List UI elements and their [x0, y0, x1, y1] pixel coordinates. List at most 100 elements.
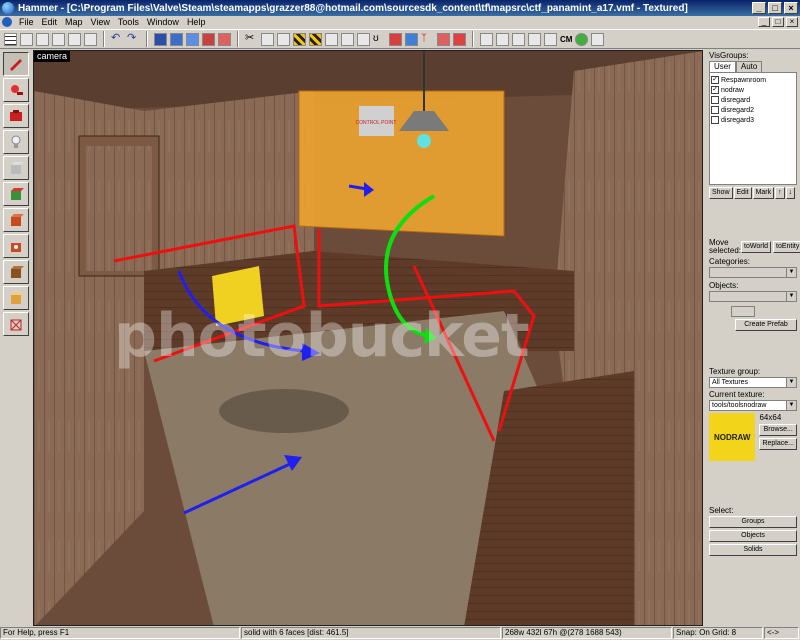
move-selected-label: Move selected:: [709, 238, 742, 255]
edit-button[interactable]: Edit: [733, 187, 752, 199]
texture-lock-icon[interactable]: [325, 32, 338, 46]
grid-dots-icon[interactable]: [20, 32, 33, 46]
menu-window[interactable]: Window: [143, 17, 183, 27]
overlay-tool[interactable]: [3, 260, 29, 284]
undo-icon[interactable]: ↶: [111, 32, 124, 46]
visgroup-checkbox[interactable]: [711, 116, 719, 124]
ruler-icon[interactable]: [84, 32, 97, 46]
move-up-button[interactable]: ↑: [775, 187, 785, 199]
minimize-button[interactable]: _: [752, 2, 766, 14]
camera-tool[interactable]: [3, 104, 29, 128]
decal-tool[interactable]: [3, 234, 29, 258]
block-tool[interactable]: [3, 156, 29, 180]
texture-application-tool[interactable]: [3, 182, 29, 206]
clipping-icon[interactable]: [357, 32, 370, 46]
create-prefab-button[interactable]: Create Prefab: [735, 319, 797, 331]
grid-icon[interactable]: [4, 32, 17, 46]
vertex-icon[interactable]: ʊ: [373, 33, 386, 46]
current-texture-dropdown[interactable]: tools/toolsnodraw ▼: [709, 400, 797, 411]
carve-icon[interactable]: [154, 32, 167, 46]
cut-icon[interactable]: ✂: [245, 32, 258, 46]
list-item[interactable]: ✓ nodraw: [711, 85, 795, 95]
clipping-tool[interactable]: [3, 286, 29, 310]
hide-icon[interactable]: [218, 32, 231, 46]
select-box-icon[interactable]: [341, 32, 354, 46]
menu-help[interactable]: Help: [183, 17, 210, 27]
list-item[interactable]: disregard: [711, 95, 795, 105]
magnify-tool[interactable]: [3, 78, 29, 102]
menu-map[interactable]: Map: [61, 17, 87, 27]
list-item[interactable]: disregard3: [711, 115, 795, 125]
browse-button[interactable]: Browse...: [759, 424, 797, 436]
selection-tool[interactable]: [3, 52, 29, 76]
document-icon[interactable]: [2, 17, 12, 27]
mdi-close-button[interactable]: ×: [786, 17, 798, 27]
leaf-icon[interactable]: [575, 32, 589, 46]
paste-icon[interactable]: [277, 32, 290, 46]
select-solids-button[interactable]: Solids: [709, 544, 797, 556]
select-objects-button[interactable]: Objects: [709, 530, 797, 542]
visgroup-checkbox[interactable]: ✓: [711, 86, 719, 94]
compile-icon[interactable]: [591, 32, 605, 46]
close-button[interactable]: ×: [784, 2, 798, 14]
lights-icon[interactable]: [544, 32, 557, 46]
grid-3d-icon[interactable]: [68, 32, 81, 46]
display-options-icon[interactable]: [437, 32, 450, 46]
entity-report-icon[interactable]: [389, 32, 402, 46]
fill-icon[interactable]: [453, 32, 466, 46]
grid-larger-icon[interactable]: [52, 32, 65, 46]
check-problems-icon[interactable]: [405, 32, 418, 46]
decal-icon: [11, 243, 21, 252]
tab-user[interactable]: User: [709, 61, 736, 72]
redo-icon[interactable]: ↷: [127, 32, 140, 46]
camera-3d-viewport[interactable]: camera CONTROL POINT photobucket: [33, 50, 703, 626]
tab-auto[interactable]: Auto: [735, 61, 763, 72]
vertex-tool[interactable]: [3, 312, 29, 336]
categories-dropdown[interactable]: ▼: [709, 267, 797, 278]
texture-group-label: Texture group:: [709, 367, 761, 376]
settings-icon[interactable]: [480, 32, 493, 46]
copy-icon[interactable]: [261, 32, 274, 46]
mdi-minimize-button[interactable]: _: [758, 17, 770, 27]
mdi-restore-button[interactable]: □: [772, 17, 784, 27]
visgroup-checkbox[interactable]: [711, 96, 719, 104]
to-world-button[interactable]: toWorld: [741, 241, 771, 253]
texture-group-dropdown[interactable]: All Textures ▼: [709, 377, 797, 388]
mark-button[interactable]: Mark: [752, 187, 775, 199]
grid-smaller-icon[interactable]: [36, 32, 49, 46]
select-label: Select:: [709, 506, 734, 515]
to-world-icon[interactable]: [293, 32, 306, 46]
visgroup-checkbox[interactable]: [711, 106, 719, 114]
texture-group-value: All Textures: [712, 379, 749, 386]
run-map-icon[interactable]: ᛉ: [421, 33, 434, 46]
menu-view[interactable]: View: [87, 17, 114, 27]
show-button[interactable]: Show: [709, 187, 733, 199]
grid-texture-icon[interactable]: [512, 32, 525, 46]
object-number-stepper[interactable]: [731, 306, 755, 317]
map-info-icon[interactable]: [496, 32, 509, 46]
models-icon[interactable]: [528, 32, 541, 46]
replace-button[interactable]: Replace...: [759, 438, 797, 450]
list-item[interactable]: disregard2: [711, 105, 795, 115]
list-item[interactable]: ✓ Respawnroom: [711, 75, 795, 85]
ungroup-icon[interactable]: [186, 32, 199, 46]
maximize-button[interactable]: □: [768, 2, 782, 14]
move-down-button[interactable]: ↓: [785, 187, 796, 199]
apply-texture-tool[interactable]: [3, 208, 29, 232]
entity-tool[interactable]: [3, 130, 29, 154]
to-entity-button[interactable]: toEntity: [773, 241, 800, 253]
group-icon[interactable]: [170, 32, 183, 46]
select-groups-button[interactable]: Groups: [709, 516, 797, 528]
objects-dropdown[interactable]: ▼: [709, 291, 797, 302]
viewport-label[interactable]: camera: [34, 51, 71, 62]
menu-tools[interactable]: Tools: [114, 17, 143, 27]
visgroups-list[interactable]: ✓ Respawnroom ✓ nodraw disregard disregard…: [709, 72, 797, 185]
cordon-label[interactable]: CM: [560, 35, 572, 44]
texture-preview[interactable]: NODRAW: [709, 413, 756, 461]
to-entity-icon[interactable]: [309, 32, 322, 46]
magnify-icon: [11, 85, 23, 95]
menu-file[interactable]: File: [15, 17, 38, 27]
hollow-icon[interactable]: [202, 32, 215, 46]
menu-edit[interactable]: Edit: [38, 17, 62, 27]
visgroup-checkbox[interactable]: ✓: [711, 76, 719, 84]
